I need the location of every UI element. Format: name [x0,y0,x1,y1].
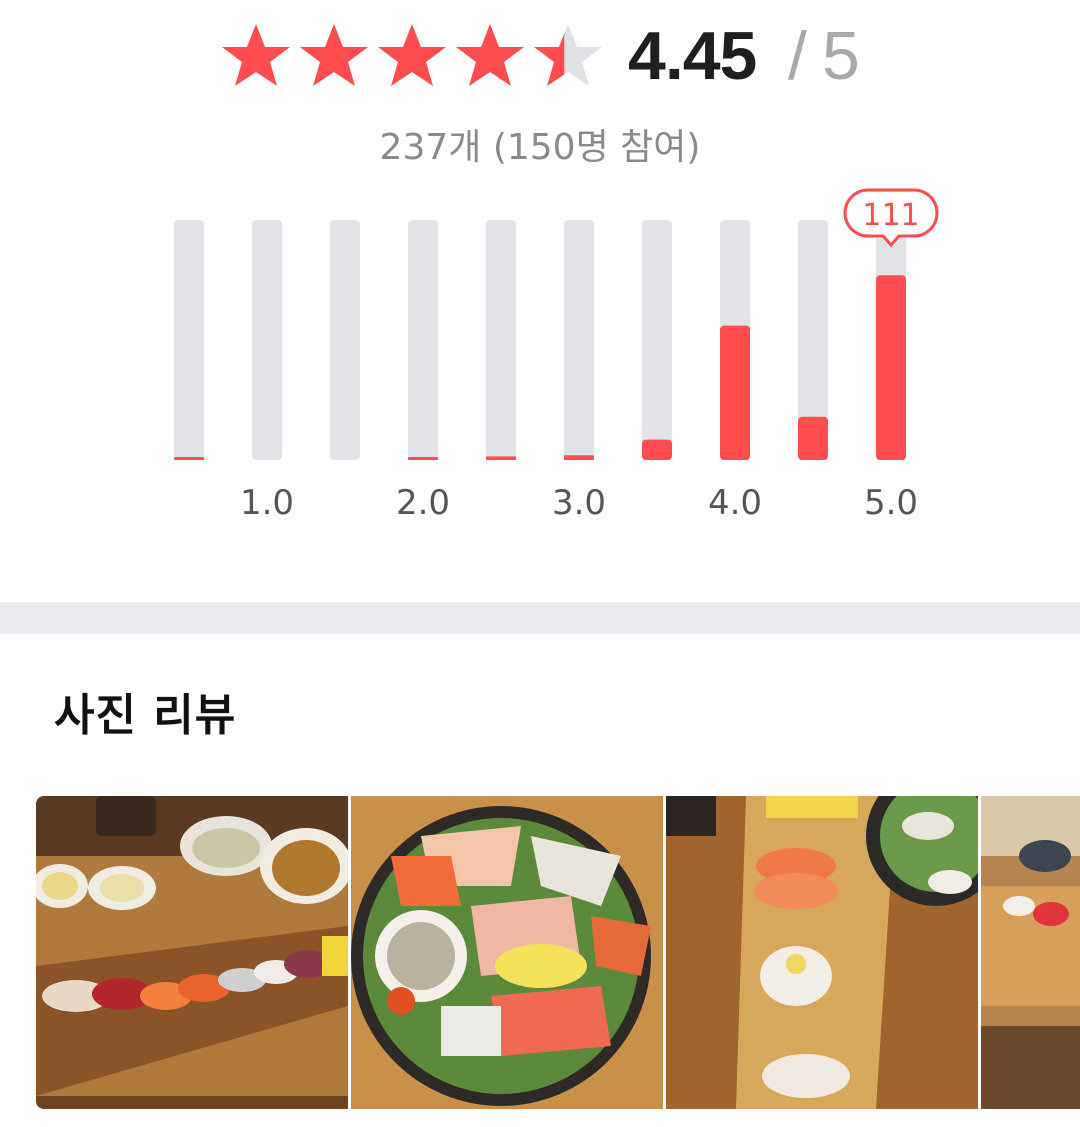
tick-label: 4.0 [708,483,762,523]
star-icon [297,22,371,88]
bar-rating-0.5 [174,457,204,460]
rating-summary: 4.45 / 5 [0,0,1080,120]
highlight-label: 111 [862,198,919,233]
bar-track [174,220,204,460]
tick-label: 5.0 [864,483,918,523]
sushi-platter-photo[interactable] [36,796,348,1109]
bar-rating-3 [564,455,594,460]
star-icon [453,22,527,88]
bar-rating-2.5 [486,456,516,460]
section-divider [0,602,1080,634]
star-icon [531,22,605,88]
rating-separator: / [788,18,807,94]
bar-rating-5 [876,275,906,460]
bar-track [564,220,594,460]
photo-review-title: 사진 리뷰 [54,690,237,741]
bar-track [252,220,282,460]
bar-rating-4 [720,325,750,460]
bar-rating-4.5 [798,416,828,460]
star-rating [219,22,605,88]
highlight-bubble: 111 [843,188,939,248]
tick-label: 2.0 [396,483,450,523]
bar-rating-3.5 [642,439,672,460]
bar-track [330,220,360,460]
star-icon [375,22,449,88]
photo-review-carousel[interactable] [36,796,1080,1109]
review-count: 237개 (150명 참여) [379,127,701,168]
tick-label: 3.0 [552,483,606,523]
rating-score: 4.45 [628,18,757,94]
star-icon [219,22,293,88]
bar-track [642,220,672,460]
tick-label: 1.0 [240,483,294,523]
rating-max: 5 [822,18,860,94]
sushi-board-photo[interactable] [666,796,978,1109]
bar-track [408,220,438,460]
rating-distribution-chart: 1.0 2.0 3.0 4.0 5.0 111 [174,188,939,523]
sashimi-bowl-photo[interactable] [351,796,663,1109]
bar-track [486,220,516,460]
sushi-table-photo[interactable] [981,796,1080,1109]
bar-rating-2 [408,457,438,460]
